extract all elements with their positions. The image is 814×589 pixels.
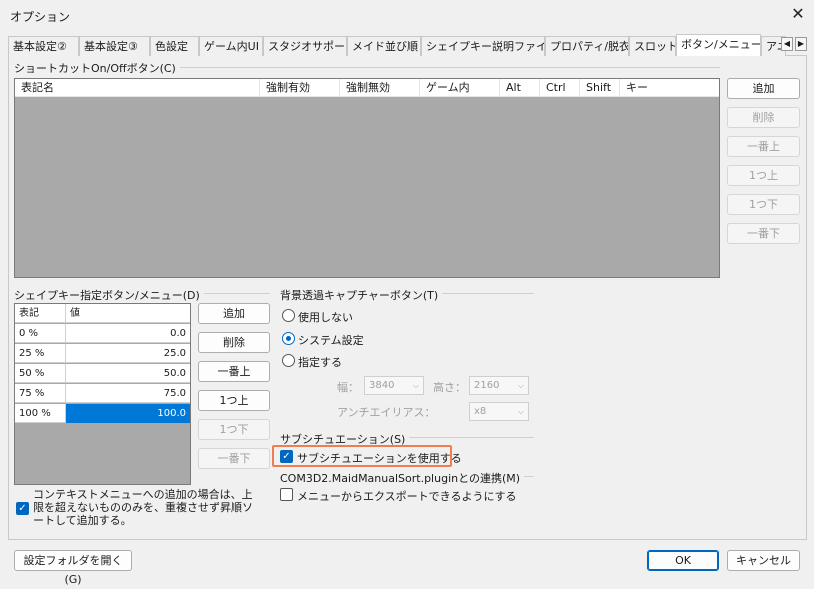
- maidsort-label: メニューからエクスポートできるようにする: [297, 490, 517, 503]
- antialias-label: アンチエイリアス：: [337, 406, 436, 419]
- radio-no-use[interactable]: [282, 309, 295, 322]
- col-alt[interactable]: Alt: [500, 79, 540, 97]
- shapekey-down-button[interactable]: 1つ下: [198, 419, 270, 440]
- height-label: 高さ：: [433, 381, 466, 394]
- close-icon[interactable]: ✕: [787, 3, 809, 25]
- shortcut-top-button[interactable]: 一番上: [727, 136, 800, 157]
- context-menu-label: コンテキストメニューへの追加の場合は、上限を超えないもののみを、重複させず昇順ソ…: [33, 488, 253, 527]
- shortcut-group-title: ショートカットOn/Offボタン(C): [14, 60, 180, 76]
- tab-maid-order[interactable]: メイド並び順: [347, 36, 421, 56]
- col-ctrl[interactable]: Ctrl: [540, 79, 580, 97]
- shortcut-up-button[interactable]: 1つ上: [727, 165, 800, 186]
- shapekey-up-button[interactable]: 1つ上: [198, 390, 270, 411]
- context-menu-checkbox[interactable]: ✓: [16, 502, 29, 515]
- table-row[interactable]: 0 % 0.0: [15, 324, 190, 343]
- col-ingame[interactable]: ゲーム内: [420, 79, 500, 97]
- row-value[interactable]: 75.0: [66, 384, 190, 403]
- chevron-down-icon: ⌵: [517, 407, 524, 416]
- table-row[interactable]: 100 % 100.0: [15, 404, 190, 423]
- window-title: オプション: [10, 10, 71, 24]
- radio-no-use-label: 使用しない: [298, 311, 353, 324]
- subsituation-checkbox[interactable]: ✓: [280, 450, 293, 463]
- row-value[interactable]: 100.0: [66, 404, 190, 423]
- table-row[interactable]: 25 % 25.0: [15, 344, 190, 363]
- tab-scroll-right-icon[interactable]: ▶: [795, 37, 807, 51]
- row-value[interactable]: 50.0: [66, 364, 190, 383]
- chevron-down-icon: ⌵: [412, 381, 419, 390]
- tab-basic-2[interactable]: 基本設定②: [8, 36, 79, 56]
- row-value[interactable]: 25.0: [66, 344, 190, 363]
- radio-custom-label: 指定する: [298, 356, 342, 369]
- subsituation-label: サブシチュエーションを使用する: [297, 452, 462, 465]
- radio-custom[interactable]: [282, 354, 295, 367]
- maidsort-checkbox[interactable]: [280, 488, 293, 501]
- open-folder-button[interactable]: 設定フォルダを開く(G): [14, 550, 132, 586]
- shapekey-grid[interactable]: 表記 値 0 % 0.0 25 % 25.0 50 % 50.0 75 % 75…: [14, 303, 191, 485]
- grid-header: 表記 値: [15, 304, 190, 323]
- col-key[interactable]: キー: [620, 79, 720, 97]
- row-label[interactable]: 100 %: [15, 404, 66, 423]
- tab-strip: 基本設定② 基本設定③ 色設定 ゲーム内UI スタジオサポート メイド並び順 シ…: [8, 34, 786, 56]
- row-label[interactable]: 75 %: [15, 384, 66, 403]
- shapekey-group-title: シェイプキー指定ボタン/メニュー(D): [14, 287, 204, 303]
- shapekey-top-button[interactable]: 一番上: [198, 361, 270, 382]
- tab-shapekey-desc[interactable]: シェイプキー説明ファイル: [421, 36, 545, 56]
- tab-studio-support[interactable]: スタジオサポート: [263, 36, 347, 56]
- width-select[interactable]: 3840 ⌵: [364, 376, 424, 395]
- cancel-button[interactable]: キャンセル: [727, 550, 800, 571]
- tab-color[interactable]: 色設定: [150, 36, 199, 56]
- col-shift[interactable]: Shift: [580, 79, 620, 97]
- tab-button-menu[interactable]: ボタン/メニュー: [676, 34, 761, 56]
- grid-col-label: 表記: [15, 304, 66, 323]
- col-force-on[interactable]: 強制有効: [260, 79, 340, 97]
- width-label: 幅：: [337, 381, 359, 394]
- col-force-off[interactable]: 強制無効: [340, 79, 420, 97]
- shapekey-bottom-button[interactable]: 一番下: [198, 448, 270, 469]
- height-select[interactable]: 2160 ⌵: [469, 376, 529, 395]
- shortcut-bottom-button[interactable]: 一番下: [727, 223, 800, 244]
- radio-system-label: システム設定: [298, 334, 364, 347]
- height-value: 2160: [474, 380, 500, 391]
- width-value: 3840: [369, 380, 395, 391]
- tab-basic-3[interactable]: 基本設定③: [79, 36, 150, 56]
- row-label[interactable]: 50 %: [15, 364, 66, 383]
- tab-property[interactable]: プロパティ/脱衣: [545, 36, 629, 56]
- shapekey-delete-button[interactable]: 削除: [198, 332, 270, 353]
- antialias-value: x8: [474, 406, 487, 417]
- row-label[interactable]: 0 %: [15, 324, 66, 343]
- table-row[interactable]: 50 % 50.0: [15, 364, 190, 383]
- ok-button[interactable]: OK: [647, 550, 719, 571]
- shortcut-list[interactable]: 表記名 強制有効 強制無効 ゲーム内 Alt Ctrl Shift キー: [14, 78, 720, 278]
- table-row[interactable]: 75 % 75.0: [15, 384, 190, 403]
- tab-scroll-left-icon[interactable]: ◀: [781, 37, 793, 51]
- chevron-down-icon: ⌵: [517, 381, 524, 390]
- tab-ingame-ui[interactable]: ゲーム内UI: [199, 36, 263, 56]
- antialias-select[interactable]: x8 ⌵: [469, 402, 529, 421]
- row-value[interactable]: 0.0: [66, 324, 190, 343]
- tab-slot[interactable]: スロット: [629, 36, 676, 56]
- row-label[interactable]: 25 %: [15, 344, 66, 363]
- shortcut-list-header: 表記名 強制有効 強制無効 ゲーム内 Alt Ctrl Shift キー: [15, 79, 719, 97]
- capture-group-title: 背景透過キャプチャーボタン(T): [280, 287, 443, 303]
- maidsort-group-title: COM3D2.MaidManualSort.pluginとの連携(M): [280, 470, 525, 486]
- shortcut-down-button[interactable]: 1つ下: [727, 194, 800, 215]
- radio-system[interactable]: [282, 332, 295, 345]
- shortcut-add-button[interactable]: 追加: [727, 78, 800, 99]
- shortcut-delete-button[interactable]: 削除: [727, 107, 800, 128]
- shapekey-add-button[interactable]: 追加: [198, 303, 270, 324]
- grid-col-value: 値: [70, 308, 80, 319]
- col-name[interactable]: 表記名: [15, 79, 260, 97]
